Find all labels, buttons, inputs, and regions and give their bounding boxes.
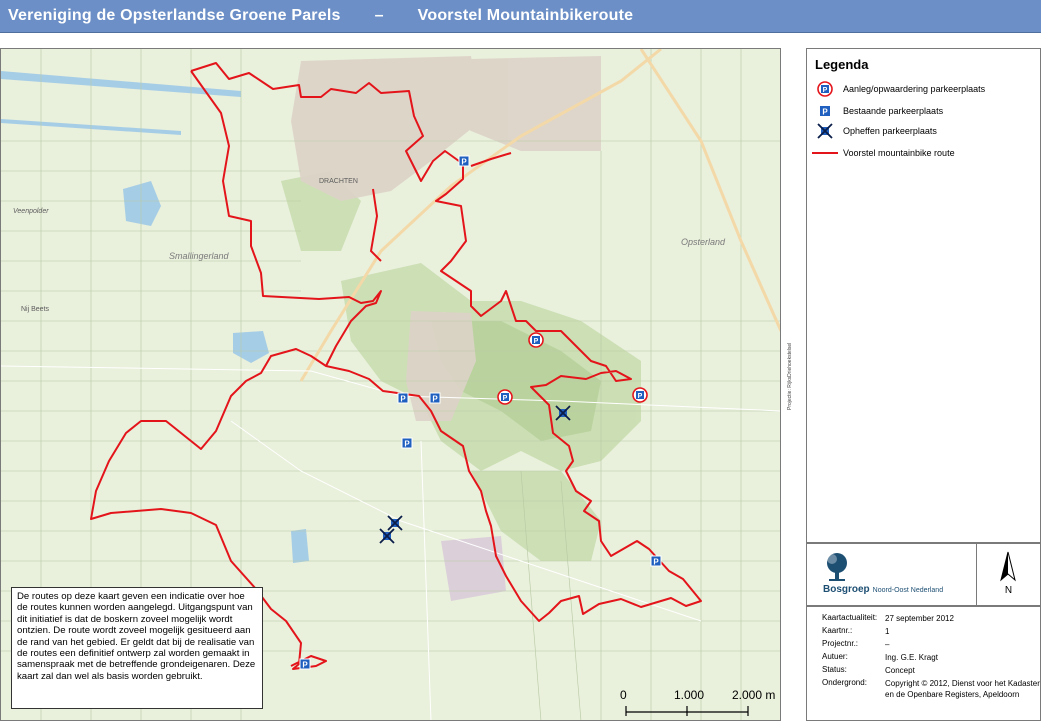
svg-text:P: P (461, 158, 467, 167)
parking-existing-icon[interactable]: P (299, 658, 311, 670)
legend-item-parking-existing: P Bestaande parkeerplaats (807, 101, 1041, 121)
svg-text:P: P (653, 558, 659, 567)
legend-item-parking-upgrade: P Aanleg/opwaardering parkeerplaats (807, 79, 1041, 99)
map-subject-title: Voorstel Mountainbikeroute (417, 7, 634, 24)
meta-value: 1 (885, 627, 890, 636)
title-separator: – (374, 7, 384, 24)
meta-row: Kaartactualiteit: 27 september 2012 (807, 613, 1040, 626)
route-line-icon (812, 152, 838, 154)
map-title-bar: Vereniging de Opsterlandse Groene Parels… (0, 0, 1041, 33)
parking-upgrade-icon[interactable]: P (528, 332, 544, 348)
meta-row: Projectnr.: – (807, 639, 1040, 652)
projection-note: Projectie: RijksDriehoekstelsel (787, 342, 793, 410)
parking-existing-icon: P (820, 106, 830, 117)
meta-row: Autuer: Ing. G.E. Kragt (807, 652, 1040, 665)
meta-key: Kaartnr.: (822, 626, 853, 635)
meta-value: Copyright © 2012, Dienst voor het Kadast… (885, 679, 1040, 699)
meta-value: – (885, 640, 890, 649)
scale-bar: 0 1.000 2.000 m (612, 688, 782, 720)
logo-name: Bosgroep (823, 584, 870, 595)
meta-key: Kaartactualiteit: (822, 613, 878, 622)
parking-existing-icon[interactable]: P (401, 437, 413, 449)
legend-label: Opheffen parkeerplaats (843, 126, 937, 136)
place-label: Veenpolder (13, 208, 49, 215)
parking-upgrade-icon[interactable]: P (497, 389, 513, 405)
meta-key: Ondergrond: (822, 678, 867, 687)
svg-text:P: P (432, 395, 438, 404)
parking-remove-icon (817, 123, 833, 139)
parking-existing-icon[interactable]: P (397, 392, 409, 404)
parking-upgrade-icon: P (817, 81, 833, 97)
place-label: DRACHTEN (319, 178, 358, 185)
svg-text:P: P (302, 661, 308, 670)
north-label: N (1004, 585, 1013, 596)
organisation-title: Vereniging de Opsterlandse Groene Parels (8, 7, 341, 24)
legend-item-route: Voorstel mountainbike route (807, 143, 1041, 163)
place-label: Nij Beets (21, 306, 50, 313)
meta-row: Status: Concept (807, 665, 1040, 678)
parking-existing-icon[interactable]: P (650, 555, 662, 567)
map-metadata-panel: Kaartactualiteit: 27 september 2012 Kaar… (806, 606, 1041, 721)
svg-text:P: P (400, 395, 406, 404)
parking-existing-icon[interactable]: P (458, 155, 470, 167)
place-label: Opsterland (681, 237, 726, 247)
meta-value: Concept (885, 666, 915, 675)
legend-label: Aanleg/opwaardering parkeerplaats (843, 84, 986, 94)
meta-value: Ing. G.E. Kragt (885, 653, 938, 662)
svg-text:P: P (534, 338, 539, 345)
bosgroep-logo: Bosgroep Noord-Oost Nederland (807, 544, 977, 605)
north-arrow: N (977, 544, 1040, 605)
svg-text:P: P (503, 395, 508, 402)
map-info-note: De routes op deze kaart geven een indica… (11, 587, 263, 709)
meta-key: Status: (822, 665, 847, 674)
svg-text:P: P (404, 440, 410, 449)
meta-value: 27 september 2012 (885, 614, 954, 623)
svg-text:P: P (823, 87, 828, 94)
tree-logo-icon (827, 553, 847, 581)
logo-subtitle: Noord-Oost Nederland (872, 587, 944, 594)
meta-row: Kaartnr.: 1 (807, 626, 1040, 639)
legend-label: Voorstel mountainbike route (843, 148, 955, 158)
svg-text:P: P (638, 393, 643, 400)
legend-item-parking-remove: Opheffen parkeerplaats (807, 121, 1041, 141)
parking-upgrade-icon[interactable]: P (632, 387, 648, 403)
logo-panel: Bosgroep Noord-Oost Nederland N (806, 543, 1041, 606)
parking-existing-icon[interactable]: P (429, 392, 441, 404)
meta-key: Autuer: (822, 652, 848, 661)
north-arrow-icon (1000, 551, 1016, 582)
meta-key: Projectnr.: (822, 639, 859, 648)
legend-label: Bestaande parkeerplaats (843, 106, 944, 116)
place-label: Smallingerland (169, 251, 230, 261)
meta-row: Ondergrond: Copyright © 2012, Dienst voo… (807, 678, 1040, 714)
svg-text:P: P (822, 108, 828, 117)
legend-panel: Legenda P Aanleg/opwaardering parkeerpla… (806, 48, 1041, 543)
scale-bar-line (625, 706, 749, 716)
legend-title: Legenda (815, 57, 869, 72)
